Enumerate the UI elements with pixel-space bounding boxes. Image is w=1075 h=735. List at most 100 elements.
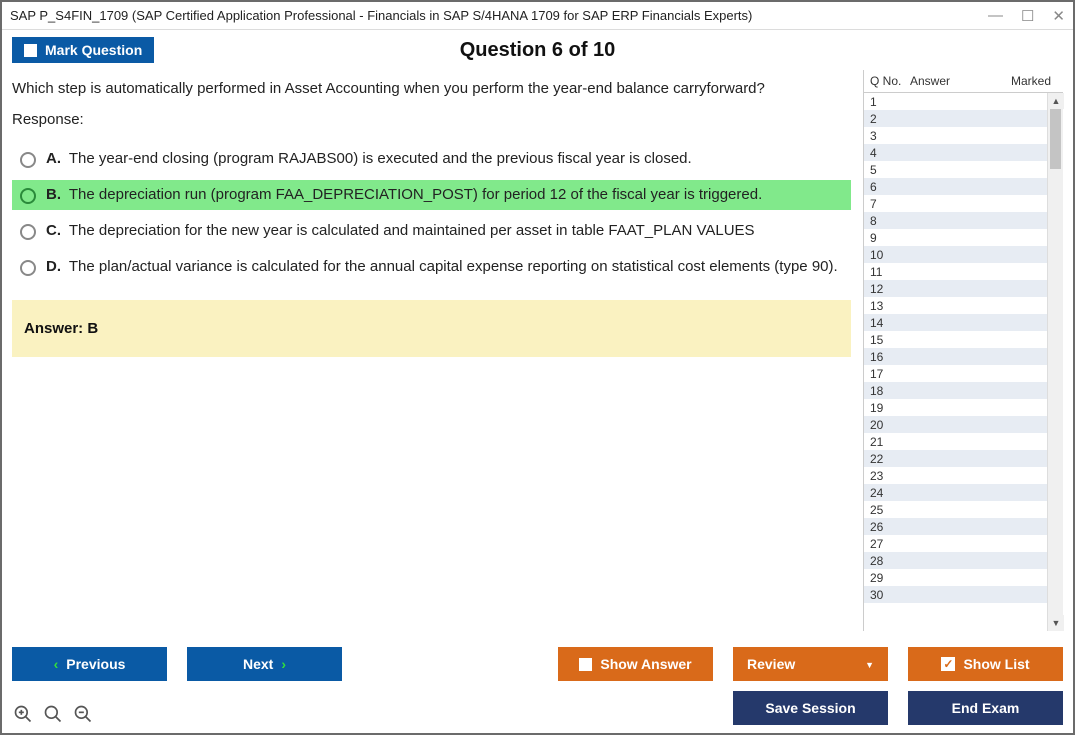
list-item[interactable]: 16 bbox=[864, 348, 1047, 365]
list-item[interactable]: 27 bbox=[864, 535, 1047, 552]
list-item[interactable]: 23 bbox=[864, 467, 1047, 484]
chevron-right-icon: › bbox=[281, 656, 286, 672]
option-letter: B. bbox=[46, 186, 61, 203]
close-icon[interactable]: ✕ bbox=[1052, 7, 1065, 25]
option-c[interactable]: C. The depreciation for the new year is … bbox=[12, 216, 851, 246]
header-row: Mark Question Question 6 of 10 bbox=[2, 30, 1073, 70]
option-letter: C. bbox=[46, 222, 61, 239]
list-item[interactable]: 1 bbox=[864, 93, 1047, 110]
answer-box: Answer: B bbox=[12, 300, 851, 357]
checkbox-icon bbox=[579, 658, 592, 671]
col-marked-header: Marked bbox=[1001, 74, 1061, 88]
mark-question-button[interactable]: Mark Question bbox=[12, 37, 154, 63]
radio-icon[interactable] bbox=[20, 260, 36, 276]
question-counter: Question 6 of 10 bbox=[460, 39, 616, 62]
radio-icon[interactable] bbox=[20, 224, 36, 240]
app-window: SAP P_S4FIN_1709 (SAP Certified Applicat… bbox=[0, 0, 1075, 735]
question-list-panel: Q No. Answer Marked 12345678910111213141… bbox=[863, 70, 1063, 631]
list-item[interactable]: 13 bbox=[864, 297, 1047, 314]
scrollbar[interactable]: ▲ ▼ bbox=[1047, 93, 1063, 631]
list-item[interactable]: 19 bbox=[864, 399, 1047, 416]
list-item[interactable]: 14 bbox=[864, 314, 1047, 331]
option-d[interactable]: D. The plan/actual variance is calculate… bbox=[12, 252, 851, 282]
option-body: The depreciation for the new year is cal… bbox=[65, 222, 755, 239]
maximize-icon[interactable]: ☐ bbox=[1021, 7, 1034, 25]
list-item[interactable]: 8 bbox=[864, 212, 1047, 229]
option-text: D. The plan/actual variance is calculate… bbox=[46, 258, 838, 275]
next-label: Next bbox=[243, 656, 273, 672]
option-b[interactable]: B. The depreciation run (program FAA_DEP… bbox=[12, 180, 851, 210]
review-label: Review bbox=[747, 656, 795, 672]
question-text: Which step is automatically performed in… bbox=[12, 80, 851, 97]
window-controls: — ☐ ✕ bbox=[988, 7, 1065, 25]
list-item[interactable]: 12 bbox=[864, 280, 1047, 297]
scroll-up-icon[interactable]: ▲ bbox=[1048, 93, 1064, 109]
chevron-left-icon: ‹ bbox=[54, 656, 59, 672]
show-list-button[interactable]: ✓ Show List bbox=[908, 647, 1063, 681]
list-item[interactable]: 28 bbox=[864, 552, 1047, 569]
option-text: B. The depreciation run (program FAA_DEP… bbox=[46, 186, 762, 203]
response-label: Response: bbox=[12, 111, 851, 128]
col-answer-header: Answer bbox=[910, 74, 1001, 88]
titlebar: SAP P_S4FIN_1709 (SAP Certified Applicat… bbox=[2, 2, 1073, 30]
list-item[interactable]: 17 bbox=[864, 365, 1047, 382]
option-body: The depreciation run (program FAA_DEPREC… bbox=[65, 186, 762, 203]
list-item[interactable]: 3 bbox=[864, 127, 1047, 144]
list-item[interactable]: 11 bbox=[864, 263, 1047, 280]
check-icon: ✓ bbox=[941, 657, 955, 671]
list-item[interactable]: 2 bbox=[864, 110, 1047, 127]
zoom-controls bbox=[12, 693, 94, 725]
option-text: A. The year-end closing (program RAJABS0… bbox=[46, 150, 692, 167]
question-list-header: Q No. Answer Marked bbox=[864, 70, 1063, 93]
option-letter: A. bbox=[46, 150, 61, 167]
zoom-out-icon[interactable] bbox=[72, 703, 94, 725]
end-exam-label: End Exam bbox=[952, 700, 1020, 716]
scroll-thumb[interactable] bbox=[1050, 109, 1061, 169]
main-area: Which step is automatically performed in… bbox=[2, 70, 1073, 641]
mark-question-label: Mark Question bbox=[45, 42, 142, 58]
chevron-down-icon: ▼ bbox=[865, 660, 874, 670]
question-list-wrapper: 1234567891011121314151617181920212223242… bbox=[864, 93, 1063, 631]
previous-button[interactable]: ‹ Previous bbox=[12, 647, 167, 681]
show-answer-button[interactable]: Show Answer bbox=[558, 647, 713, 681]
list-item[interactable]: 15 bbox=[864, 331, 1047, 348]
option-text: C. The depreciation for the new year is … bbox=[46, 222, 755, 239]
bottom-bar: ‹ Previous Next › Show Answer Review ▼ ✓… bbox=[2, 641, 1073, 733]
end-exam-button[interactable]: End Exam bbox=[908, 691, 1063, 725]
list-item[interactable]: 25 bbox=[864, 501, 1047, 518]
zoom-reset-icon[interactable] bbox=[42, 703, 64, 725]
list-item[interactable]: 20 bbox=[864, 416, 1047, 433]
zoom-in-icon[interactable] bbox=[12, 703, 34, 725]
show-list-label: Show List bbox=[963, 656, 1029, 672]
save-session-button[interactable]: Save Session bbox=[733, 691, 888, 725]
list-item[interactable]: 9 bbox=[864, 229, 1047, 246]
list-item[interactable]: 18 bbox=[864, 382, 1047, 399]
list-item[interactable]: 4 bbox=[864, 144, 1047, 161]
save-session-label: Save Session bbox=[765, 700, 855, 716]
checkbox-icon bbox=[24, 44, 37, 57]
list-item[interactable]: 22 bbox=[864, 450, 1047, 467]
option-a[interactable]: A. The year-end closing (program RAJABS0… bbox=[12, 144, 851, 174]
list-item[interactable]: 10 bbox=[864, 246, 1047, 263]
option-letter: D. bbox=[46, 258, 61, 275]
minimize-icon[interactable]: — bbox=[988, 7, 1003, 24]
list-item[interactable]: 26 bbox=[864, 518, 1047, 535]
list-item[interactable]: 7 bbox=[864, 195, 1047, 212]
review-button[interactable]: Review ▼ bbox=[733, 647, 888, 681]
list-item[interactable]: 30 bbox=[864, 586, 1047, 603]
list-item[interactable]: 6 bbox=[864, 178, 1047, 195]
radio-icon[interactable] bbox=[20, 152, 36, 168]
list-item[interactable]: 5 bbox=[864, 161, 1047, 178]
show-answer-label: Show Answer bbox=[600, 656, 691, 672]
radio-icon[interactable] bbox=[20, 188, 36, 204]
option-body: The year-end closing (program RAJABS00) … bbox=[65, 150, 692, 167]
list-item[interactable]: 24 bbox=[864, 484, 1047, 501]
button-row-2: Save Session End Exam bbox=[733, 691, 1063, 725]
question-list[interactable]: 1234567891011121314151617181920212223242… bbox=[864, 93, 1047, 631]
list-item[interactable]: 29 bbox=[864, 569, 1047, 586]
previous-label: Previous bbox=[66, 656, 125, 672]
list-item[interactable]: 21 bbox=[864, 433, 1047, 450]
scroll-down-icon[interactable]: ▼ bbox=[1048, 615, 1064, 631]
option-body: The plan/actual variance is calculated f… bbox=[65, 258, 838, 275]
next-button[interactable]: Next › bbox=[187, 647, 342, 681]
